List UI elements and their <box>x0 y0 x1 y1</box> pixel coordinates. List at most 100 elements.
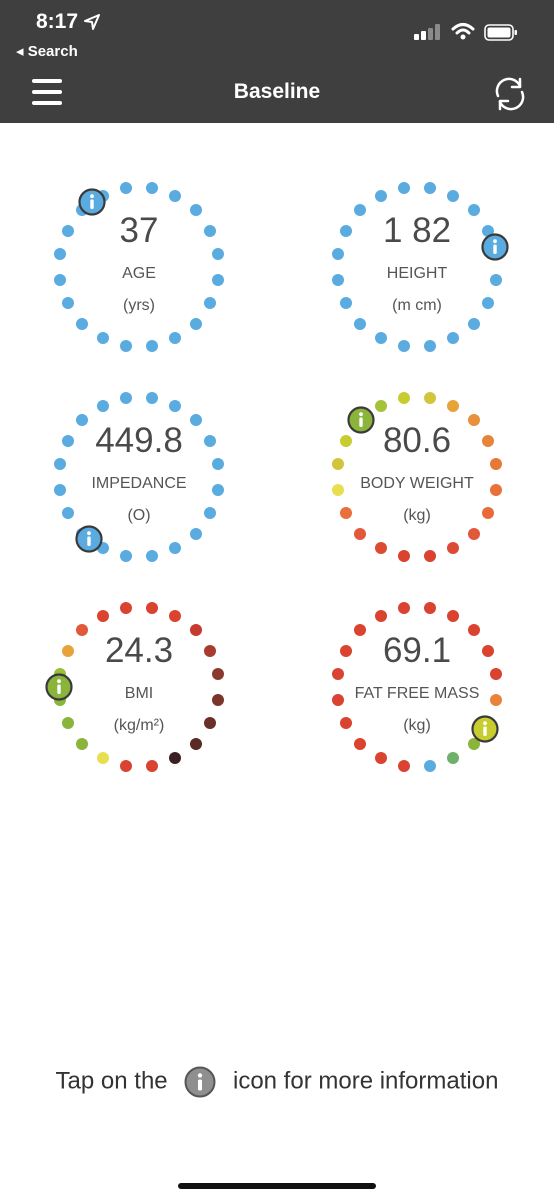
gauge-dot <box>204 644 217 657</box>
gauge-dot <box>490 458 502 471</box>
gauge-dot <box>189 317 202 330</box>
bmi-gauge[interactable]: 24.3 BMI (kg/m²) <box>45 597 229 777</box>
gauge-dot <box>423 391 436 404</box>
gauge-dot <box>398 760 411 772</box>
back-to-search-link[interactable]: ◂ Search <box>16 42 78 60</box>
fat-free-mass-label: FAT FREE MASS <box>354 685 480 702</box>
age-gauge[interactable]: 37 AGE (yrs) <box>49 177 229 357</box>
gauge-dot <box>189 414 202 427</box>
body-weight-label: BODY WEIGHT <box>360 475 474 492</box>
bmi-label: BMI <box>124 685 154 702</box>
gauge-dot <box>331 483 344 496</box>
fat-free-mass-gauge[interactable]: 69.1 FAT FREE MASS (kg) <box>327 597 507 777</box>
gauge-dot <box>374 752 387 765</box>
gauge-dot <box>96 752 109 765</box>
gauge-dot <box>189 624 202 637</box>
cellular-signal-icon <box>414 24 440 40</box>
gauge-dot <box>169 332 182 345</box>
age-label: AGE <box>122 265 156 282</box>
impedance-gauge[interactable]: 449.8 IMPEDANCE (O) <box>49 387 229 567</box>
body-weight-gauge[interactable]: 80.6 BODY WEIGHT (kg) <box>327 387 507 567</box>
gauge-dot <box>354 317 367 330</box>
gauge-dot <box>447 609 460 622</box>
gauge-dot <box>398 340 411 352</box>
gauge-dot <box>339 644 352 657</box>
gauge-dot <box>447 752 460 765</box>
gauge-dot <box>61 434 74 447</box>
gauge-dot <box>490 693 502 706</box>
gauge-dot <box>490 483 502 496</box>
age-unit: (yrs) <box>123 297 155 314</box>
bmi-info-icon[interactable] <box>45 673 73 701</box>
gauge-dot <box>339 434 352 447</box>
gauge-dot <box>354 527 367 540</box>
gauge-dot <box>145 601 158 614</box>
gauge-dot <box>61 717 74 730</box>
refresh-button[interactable] <box>490 74 530 114</box>
status-time: 8:17 <box>36 10 79 33</box>
home-indicator <box>178 1183 376 1189</box>
gauge-dot <box>467 414 480 427</box>
gauge-dot <box>374 189 387 202</box>
gauge-dot <box>331 273 344 286</box>
gauge-dot <box>212 693 224 706</box>
gauge-dot <box>490 668 502 681</box>
gauge-dot <box>482 644 495 657</box>
gauge-dot <box>339 717 352 730</box>
gauge-dot <box>76 317 89 330</box>
gauge-dot <box>212 458 224 471</box>
gauge-dot <box>467 527 480 540</box>
gauge-dot <box>169 189 182 202</box>
gauge-dot <box>423 760 436 772</box>
height-info-icon[interactable] <box>480 233 509 261</box>
body-weight-info-icon[interactable] <box>347 406 375 434</box>
gauge-dot <box>398 181 411 194</box>
height-label: HEIGHT <box>386 265 448 282</box>
gauge-dot <box>374 609 387 622</box>
gauge-dot <box>53 248 66 261</box>
gauge-dot <box>398 391 411 404</box>
gauge-dot <box>120 601 133 614</box>
gauge-dot <box>204 224 217 237</box>
gauge-dot <box>398 601 411 614</box>
gauge-dot <box>447 332 460 345</box>
gauge-dot <box>467 624 480 637</box>
gauge-dot <box>331 668 344 681</box>
gauge-dot <box>423 601 436 614</box>
gauge-dot <box>145 550 158 562</box>
gauge-dot <box>423 340 436 352</box>
gauge-dot <box>467 204 480 217</box>
gauge-dot <box>53 483 66 496</box>
gauge-dot <box>96 609 109 622</box>
gauge-dot <box>169 752 182 765</box>
gauge-dot <box>145 391 158 404</box>
bmi-value: 24.3 <box>104 631 174 670</box>
bmi-unit: (kg/m²) <box>113 717 165 734</box>
gauge-dot <box>339 507 352 520</box>
footer-text-before: Tap on the <box>55 1067 168 1095</box>
gauge-dot <box>423 550 436 562</box>
gauge-dot <box>374 332 387 345</box>
impedance-value: 449.8 <box>95 421 183 460</box>
gauge-dot <box>331 458 344 471</box>
gauge-dot <box>447 189 460 202</box>
age-value: 37 <box>119 211 159 250</box>
gauge-dot <box>145 181 158 194</box>
gauge-dot <box>53 458 66 471</box>
gauge-dot <box>212 248 224 261</box>
height-gauge[interactable]: 1 82 HEIGHT (m cm) <box>327 177 509 357</box>
gauge-dot <box>120 550 133 562</box>
fat-free-mass-info-icon[interactable] <box>471 715 499 743</box>
gauge-dot <box>76 737 89 750</box>
gauge-dot <box>96 399 109 412</box>
gauge-dot <box>331 248 344 261</box>
gauge-dot <box>339 297 352 310</box>
age-info-icon[interactable] <box>78 188 106 216</box>
gauge-dot <box>331 693 344 706</box>
status-icons <box>414 22 534 44</box>
gauge-dot <box>169 542 182 555</box>
gauge-dot <box>169 609 182 622</box>
impedance-info-icon[interactable] <box>75 525 103 553</box>
battery-icon <box>484 24 517 41</box>
gauge-dot <box>53 273 66 286</box>
